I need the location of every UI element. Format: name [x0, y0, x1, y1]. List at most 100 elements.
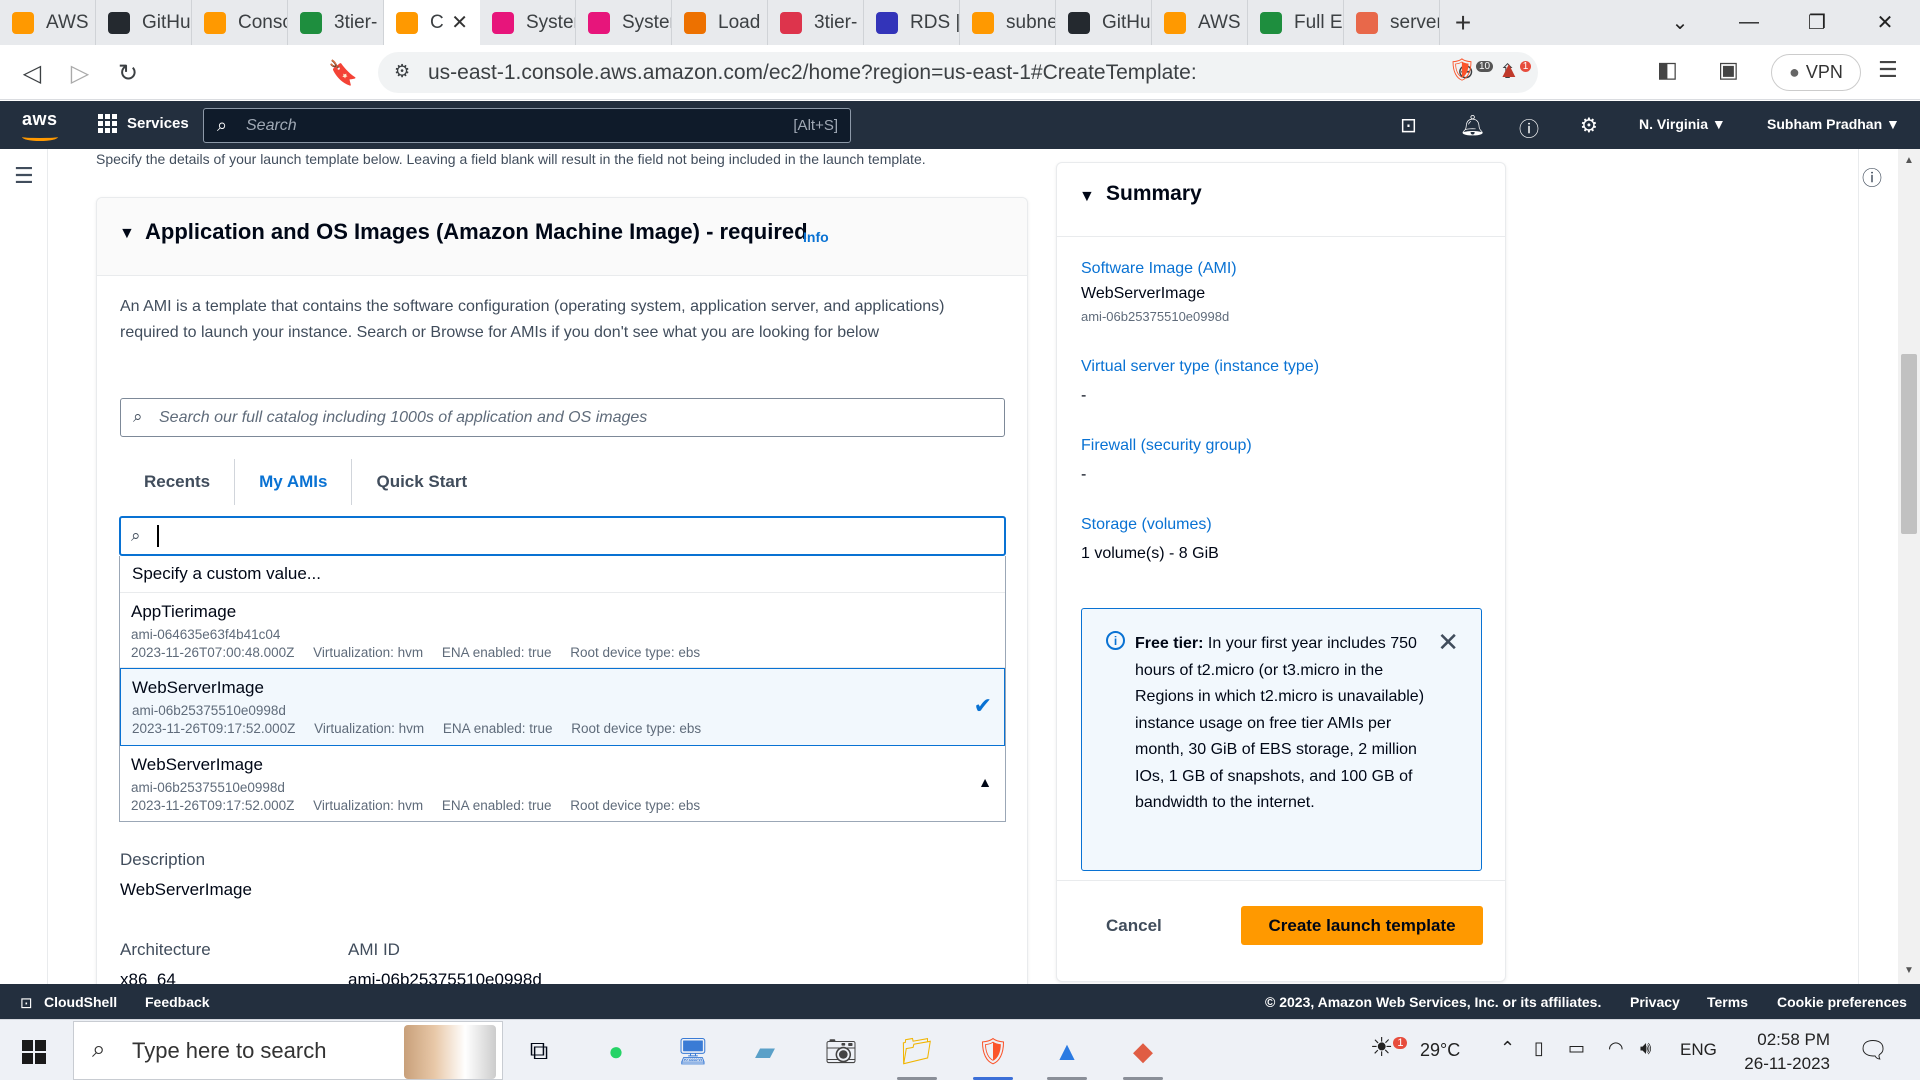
show-hidden-icons-chevron-icon[interactable]: ⌃ — [1500, 1038, 1515, 1059]
ami-section-header[interactable]: ▼ Application and OS Images (Amazon Mach… — [97, 198, 1027, 276]
firewall-link[interactable]: Firewall (security group) — [1081, 437, 1252, 455]
ami-option[interactable]: WebServerImage ami-06b25375510e0998d 202… — [120, 746, 1005, 821]
browser-tab[interactable]: C ✕ — [384, 0, 480, 45]
browser-tab[interactable]: AWS — [1152, 0, 1248, 45]
camera-icon[interactable]: 📷︎ — [820, 1030, 862, 1072]
close-icon[interactable]: ✕ — [1437, 627, 1459, 658]
remote-desktop-icon[interactable]: 🖥︎ — [672, 1030, 714, 1072]
ami-option-selected[interactable]: WebServerImage ami-06b25375510e0998d 202… — [120, 668, 1005, 746]
ami-filter-combobox[interactable]: ⌕ — [119, 516, 1006, 556]
browser-tab[interactable]: Load — [672, 0, 768, 45]
triangle-up-icon[interactable]: ▲ — [978, 774, 992, 790]
tab-recents[interactable]: Recents — [120, 459, 236, 505]
close-window-button[interactable]: ✕ — [1850, 0, 1920, 45]
user-menu[interactable]: Subham Pradhan ▼ — [1767, 116, 1900, 132]
scroll-thumb[interactable] — [1901, 354, 1917, 534]
storage-link[interactable]: Storage (volumes) — [1081, 516, 1212, 534]
battery-icon[interactable]: ▭ — [1568, 1038, 1585, 1059]
rewards-icon[interactable]: ▲ 1 — [1498, 57, 1532, 83]
cloudshell-link[interactable]: CloudShell — [44, 994, 117, 1010]
photos-app-icon[interactable]: ▲ — [1046, 1030, 1088, 1072]
notifications-bell-icon[interactable]: 🔔︎ — [1460, 113, 1485, 138]
url-bar[interactable]: ⚙ us-east-1.console.aws.amazon.com/ec2/h… — [378, 52, 1538, 93]
feedback-link[interactable]: Feedback — [145, 994, 210, 1010]
tab-favicon-icon — [1164, 11, 1186, 34]
cloudshell-icon[interactable]: ⊡ — [1400, 113, 1417, 138]
aws-search-input[interactable]: ⌕ Search [Alt+S] — [203, 108, 851, 143]
tab-my-amis[interactable]: My AMIs — [235, 459, 353, 505]
browser-tab[interactable]: Syster — [576, 0, 672, 45]
browser-tab[interactable]: Consc — [192, 0, 288, 45]
vpn-button[interactable]: ● VPN — [1771, 54, 1861, 91]
browser-tab[interactable]: subne — [960, 0, 1056, 45]
tab-search-chevron-icon[interactable]: ⌄ — [1645, 0, 1715, 45]
clock[interactable]: 02:58 PM 26-11-2023 — [1726, 1028, 1830, 1076]
left-nav-rail: ☰ — [0, 149, 48, 984]
volume-icon[interactable]: 🔊︎ — [1640, 1038, 1651, 1059]
summary-header[interactable]: ▼ Summary — [1057, 163, 1505, 237]
notes-app-icon[interactable]: ▰ — [744, 1030, 786, 1072]
info-panel-icon[interactable]: ⓘ — [1862, 162, 1882, 191]
tab-quick-start[interactable]: Quick Start — [352, 459, 491, 505]
aws-logo[interactable]: aws — [22, 109, 58, 141]
bookmark-icon[interactable]: 🔖 — [325, 55, 361, 91]
meet-now-icon[interactable]: ▯ — [1534, 1038, 1544, 1059]
region-selector[interactable]: N. Virginia ▼ — [1639, 116, 1726, 132]
weather-icon[interactable]: ☀ 1 — [1370, 1032, 1408, 1063]
browser-tab[interactable]: AWS — [0, 0, 96, 45]
restore-button[interactable]: ❐ — [1782, 0, 1852, 45]
info-link[interactable]: Info — [803, 229, 829, 245]
privacy-link[interactable]: Privacy — [1630, 994, 1680, 1010]
git-client-icon[interactable]: ◆ — [1122, 1030, 1164, 1072]
brave-shield-icon[interactable]: 🛡 10 — [1448, 57, 1494, 83]
menu-hamburger-icon[interactable]: ☰ — [14, 163, 34, 189]
terms-link[interactable]: Terms — [1707, 994, 1748, 1010]
tab-close-icon[interactable]: ✕ — [451, 10, 468, 35]
cancel-button[interactable]: Cancel — [1106, 916, 1162, 936]
custom-value-option[interactable]: Specify a custom value... — [120, 556, 1005, 593]
taskbar-search-input[interactable]: ⌕ Type here to search — [73, 1021, 503, 1080]
forward-button[interactable]: ▷ — [62, 55, 98, 91]
brave-browser-icon[interactable]: 🛡 — [972, 1030, 1014, 1072]
browser-tab[interactable]: server — [1344, 0, 1440, 45]
windows-start-icon[interactable] — [22, 1040, 46, 1064]
browser-tab-label: Consc — [238, 11, 287, 33]
browser-tab[interactable]: 3tier- — [288, 0, 384, 45]
catalog-search-input[interactable]: ⌕ Search our full catalog including 1000… — [120, 398, 1005, 437]
wifi-icon[interactable]: ◠ — [1608, 1038, 1624, 1059]
sidebar-toggle-icon[interactable]: ◧ — [1657, 57, 1678, 83]
cookie-preferences-link[interactable]: Cookie preferences — [1777, 994, 1907, 1010]
browser-tab[interactable]: RDS | — [864, 0, 960, 45]
notification-center-icon[interactable]: 🗨︎ — [1858, 1036, 1888, 1065]
site-settings-icon[interactable]: ⚙ — [394, 61, 410, 82]
file-explorer-icon[interactable]: 📁︎ — [896, 1030, 938, 1072]
create-launch-template-button[interactable]: Create launch template — [1241, 906, 1483, 945]
minimize-button[interactable]: — — [1714, 0, 1784, 45]
browser-tab[interactable]: GitHu — [96, 0, 192, 45]
browser-menu-icon[interactable]: ☰ — [1878, 57, 1898, 83]
browser-tab[interactable]: Full E — [1248, 0, 1344, 45]
weather-temp[interactable]: 29°C — [1420, 1040, 1460, 1061]
cloudshell-footer-icon[interactable]: ⊡ — [20, 994, 33, 1012]
software-image-link[interactable]: Software Image (AMI) — [1081, 260, 1237, 278]
scroll-up-arrow-icon[interactable]: ▲ — [1904, 155, 1914, 166]
browser-tab[interactable]: GitHu — [1056, 0, 1152, 45]
language-indicator[interactable]: ENG — [1680, 1040, 1717, 1060]
caret-down-icon[interactable]: ▼ — [119, 225, 135, 243]
browser-tab[interactable]: Syster — [480, 0, 576, 45]
services-menu-button[interactable]: Services — [98, 114, 189, 133]
help-icon[interactable]: ⓘ — [1519, 113, 1539, 142]
back-button[interactable]: ◁ — [14, 55, 50, 91]
caret-down-icon[interactable]: ▼ — [1079, 188, 1095, 206]
reload-button[interactable]: ↻ — [110, 55, 146, 91]
task-view-icon[interactable]: ⧉ — [518, 1030, 560, 1072]
whatsapp-icon[interactable]: ● — [595, 1030, 637, 1072]
wallet-icon[interactable]: ▣ — [1718, 57, 1739, 83]
ami-option[interactable]: AppTierimage ami-064635e63f4b41c04 2023-… — [120, 593, 1005, 668]
new-tab-button[interactable]: + — [1440, 7, 1486, 39]
settings-gear-icon[interactable]: ⚙ — [1580, 113, 1598, 138]
browser-tab[interactable]: 3tier- — [768, 0, 864, 45]
instance-type-link[interactable]: Virtual server type (instance type) — [1081, 358, 1319, 376]
page-scrollbar[interactable]: ▲ ▼ — [1898, 149, 1920, 984]
scroll-down-arrow-icon[interactable]: ▼ — [1904, 965, 1914, 976]
